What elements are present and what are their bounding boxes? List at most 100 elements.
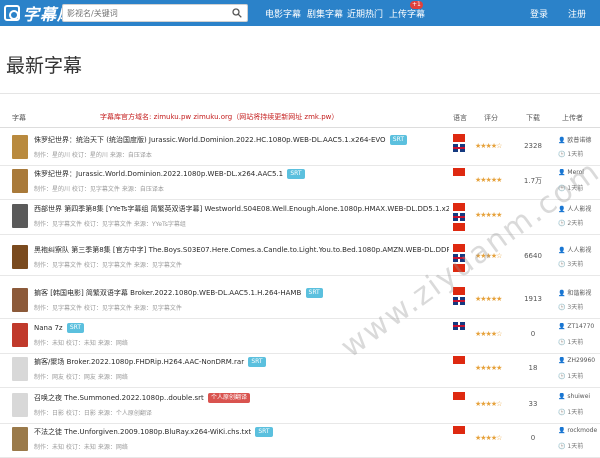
uploader-name[interactable]: 👤 shuiwei: [558, 393, 600, 404]
download-count: 6640: [524, 252, 542, 260]
upload-time: 🕒 1天前: [558, 373, 584, 380]
poster-thumbnail[interactable]: [12, 427, 28, 451]
subtitle-title-link[interactable]: 侏罗纪世界：统治天下 (统治国度版) Jurassic.World.Domini…: [34, 136, 386, 144]
flag-chinese-icon: [453, 392, 465, 400]
poster-thumbnail[interactable]: [12, 393, 28, 417]
flag-chinese-icon: [453, 356, 465, 364]
nav-register[interactable]: 注册: [568, 7, 586, 20]
table-row[interactable]: 掮客/聚场 Broker.2022.1080p.FHDRip.H264.AAC-…: [0, 352, 600, 388]
download-count: 33: [528, 400, 538, 408]
subtitle-meta: 制作：日影 校订：日影 来源：个人原创翻译: [34, 410, 152, 417]
subtitle-title-link[interactable]: 召唤之夜 The.Summoned.2022.1080p..double.srt: [34, 394, 204, 402]
search-input[interactable]: [67, 6, 217, 21]
flag-chinese-icon: [453, 168, 465, 176]
logo-icon: [4, 5, 20, 21]
rating-stars: ★★★★★: [475, 176, 502, 184]
format-badge: SRT: [305, 288, 323, 298]
language-flags: [453, 203, 465, 233]
flag-english-icon: [453, 322, 465, 330]
col-downloads: 下载: [526, 114, 540, 122]
rating-stars: ★★★★☆: [475, 142, 502, 150]
col-language: 语言: [453, 114, 467, 122]
language-flags: [453, 426, 465, 436]
subtitle-meta: 制作：网友 校订：网友 来源：网络: [34, 374, 128, 381]
uploader-name[interactable]: 👤 欧普诺德: [558, 135, 600, 146]
flag-chinese-icon: [453, 203, 465, 211]
language-flags: [453, 356, 465, 366]
subtitle-meta: 制作：见字幕文件 校订：见字幕文件 来源：YYeTs字幕组: [34, 221, 186, 228]
subtitle-meta: 制作：未知 校订：未知 来源：网络: [34, 444, 128, 451]
uploader-name[interactable]: 👤 ZH29960: [558, 357, 600, 368]
nav-login[interactable]: 登录: [530, 7, 548, 20]
subtitle-meta: 制作：星的川 校订：见字幕文件 来源：自压译本: [34, 186, 164, 193]
format-badge: SRT: [287, 169, 305, 179]
source-badge: 个人原创翻译: [208, 393, 251, 403]
divider: [0, 93, 600, 94]
poster-thumbnail[interactable]: [12, 245, 28, 269]
format-badge: SRT: [248, 357, 266, 367]
subtitle-title-link[interactable]: 黑袍纠察队 第三季第8集 [官方中字] The.Boys.S03E07.Here…: [34, 246, 449, 254]
flag-chinese-icon: [453, 134, 465, 142]
download-count: 18: [528, 364, 538, 372]
download-count: 2328: [524, 142, 542, 150]
table-row[interactable]: 召唤之夜 The.Summoned.2022.1080p..double.srt…: [0, 388, 600, 424]
upload-time: 🕒 3天前: [558, 304, 584, 311]
table-row[interactable]: 掮客 [韩国电影] 简繁双语字幕 Broker.2022.1080p.WEB-D…: [0, 283, 600, 319]
subtitle-title-link[interactable]: 侏罗纪世界：Jurassic.World.Dominion.2022.1080p…: [34, 170, 283, 178]
rating-stars: ★★★★☆: [475, 400, 502, 408]
uploader-name[interactable]: 👤 人人影视: [558, 245, 600, 256]
poster-thumbnail[interactable]: [12, 323, 28, 347]
upload-time: 🕒 3天前: [558, 261, 584, 268]
flag-chinese-icon: [453, 223, 465, 231]
uploader-name[interactable]: 👤 和谐影视: [558, 288, 600, 299]
flag-english-icon: [453, 297, 465, 305]
subtitle-meta: 制作：星的川 校订：星的川 来源：自压译本: [34, 152, 152, 159]
rating-stars: ★★★★★: [475, 295, 502, 303]
format-badge: SRT: [66, 323, 85, 333]
upload-badge: +1: [410, 1, 423, 9]
nav-trending[interactable]: 近期热门: [347, 7, 383, 20]
language-flags: [453, 168, 465, 178]
nav-movie-subtitles[interactable]: 电影字幕: [265, 7, 301, 20]
format-badge: SRT: [389, 135, 408, 145]
language-flags: [453, 322, 465, 332]
flag-chinese-icon: [453, 426, 465, 434]
poster-thumbnail[interactable]: [12, 357, 28, 381]
format-badge: SRT: [255, 427, 273, 437]
language-flags: [453, 134, 465, 154]
poster-thumbnail[interactable]: [12, 135, 28, 159]
subtitle-title-link[interactable]: 掮客/聚场 Broker.2022.1080p.FHDRip.H264.AAC-…: [34, 358, 244, 366]
top-nav-bar: 字幕库 电影字幕 剧集字幕 近期热门 上传字幕 +1 登录 注册: [0, 0, 600, 26]
table-row[interactable]: 侏罗纪世界：Jurassic.World.Dominion.2022.1080p…: [0, 164, 600, 200]
uploader-name[interactable]: 👤 ZT14770: [558, 323, 600, 334]
subtitle-title-link[interactable]: 不法之徒 The.Unforgiven.2009.1080p.BluRay.x2…: [34, 428, 251, 436]
poster-thumbnail[interactable]: [12, 204, 28, 228]
rating-stars: ★★★★★: [475, 364, 502, 372]
col-uploader: 上传者: [562, 114, 583, 122]
page-title: 最新字幕: [6, 55, 83, 77]
col-rating: 评分: [484, 114, 498, 122]
flag-english-icon: [453, 213, 465, 221]
table-row[interactable]: Nana 7z SRT 制作：未知 校订：未知 来源：网络 ★★★★☆ 0 👤 …: [0, 318, 600, 354]
uploader-name[interactable]: 👤 rockmode: [558, 427, 600, 438]
flag-english-icon: [453, 144, 465, 152]
subtitle-title-link[interactable]: 掮客 [韩国电影] 简繁双语字幕 Broker.2022.1080p.WEB-D…: [34, 289, 301, 297]
rating-stars: ★★★★☆: [475, 330, 502, 338]
table-row[interactable]: 不法之徒 The.Unforgiven.2009.1080p.BluRay.x2…: [0, 422, 600, 458]
search-box: [62, 4, 248, 22]
upload-time: 🕒 1天前: [558, 443, 584, 450]
nav-series-subtitles[interactable]: 剧集字幕: [307, 7, 343, 20]
table-row[interactable]: 侏罗纪世界：统治天下 (统治国度版) Jurassic.World.Domini…: [0, 130, 600, 166]
upload-time: 🕒 1天前: [558, 409, 584, 416]
subtitle-title-link[interactable]: Nana 7z: [34, 324, 63, 332]
upload-time: 🕒 1天前: [558, 339, 584, 346]
poster-thumbnail[interactable]: [12, 169, 28, 193]
subtitle-title-link[interactable]: 西部世界 第四季第8集 [YYeTs字幕组 简繁英双语字幕] Westworld…: [34, 205, 449, 213]
upload-time: 🕒 2天前: [558, 220, 584, 227]
subtitle-meta: 制作：见字幕文件 校订：见字幕文件 来源：见字幕文件: [34, 262, 182, 269]
search-icon[interactable]: [232, 8, 242, 18]
download-count: 1913: [524, 295, 542, 303]
download-count: 0: [530, 330, 536, 338]
domain-notice[interactable]: 字幕库官方域名: zimuku.pw zimuku.org（网站将持续更新网址 …: [100, 112, 338, 122]
poster-thumbnail[interactable]: [12, 288, 28, 312]
